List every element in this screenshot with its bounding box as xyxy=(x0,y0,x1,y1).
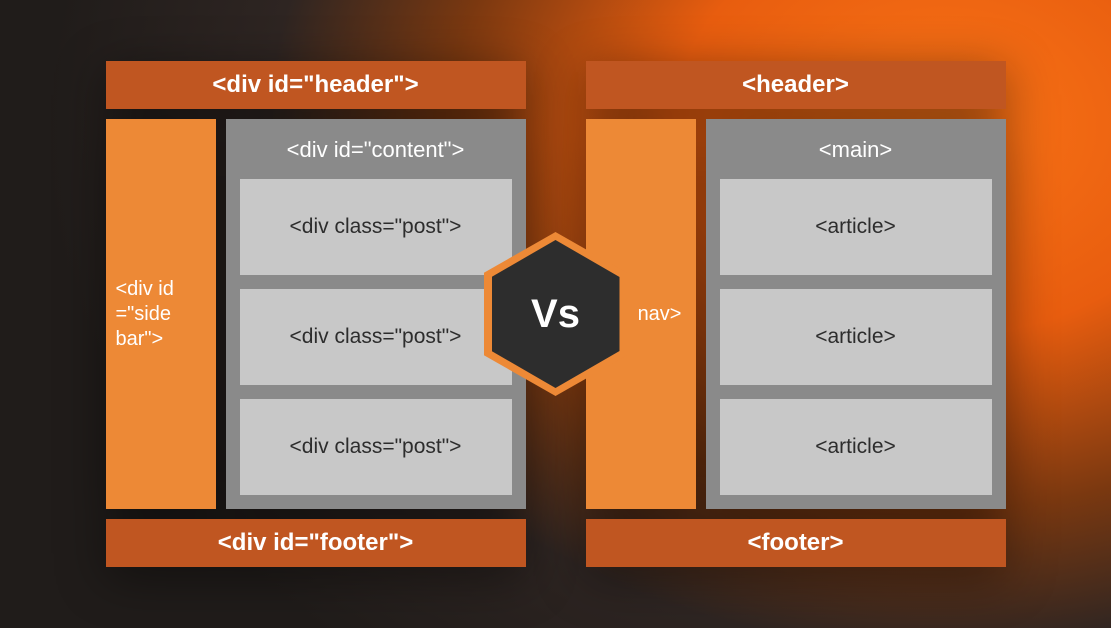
post-box-nonsemantic: <div class="post"> xyxy=(240,179,512,275)
vs-label: Vs xyxy=(531,292,580,337)
sidebar-box-nonsemantic: <div id ="side bar"> xyxy=(106,119,216,509)
main-title-semantic: <main> xyxy=(720,133,992,165)
main-box-semantic: <main> <article> <article> <article> xyxy=(706,119,1006,509)
sidebar-label-nonsemantic: <div id ="side bar"> xyxy=(116,277,206,352)
header-box-nonsemantic: <div id="header"> xyxy=(106,61,526,109)
post-box-nonsemantic: <div class="post"> xyxy=(240,289,512,385)
content-title-nonsemantic: <div id="content"> xyxy=(240,133,512,165)
footer-box-nonsemantic: <div id="footer"> xyxy=(106,519,526,567)
non-semantic-layout-panel: <div id="header"> <div id ="side bar"> <… xyxy=(106,61,526,567)
post-box-nonsemantic: <div class="post"> xyxy=(240,399,512,495)
middle-row-nonsemantic: <div id ="side bar"> <div id="content"> … xyxy=(106,119,526,509)
article-box-semantic: <article> xyxy=(720,289,992,385)
nav-label-semantic: nav> xyxy=(638,302,682,327)
article-box-semantic: <article> xyxy=(720,179,992,275)
content-box-nonsemantic: <div id="content"> <div class="post"> <d… xyxy=(226,119,526,509)
vs-badge: Vs xyxy=(488,236,624,392)
semantic-layout-panel: <header> nav> <main> <article> <article>… xyxy=(586,61,1006,567)
hexagon-icon: Vs xyxy=(492,240,620,388)
header-box-semantic: <header> xyxy=(586,61,1006,109)
middle-row-semantic: nav> <main> <article> <article> <article… xyxy=(586,119,1006,509)
footer-box-semantic: <footer> xyxy=(586,519,1006,567)
article-box-semantic: <article> xyxy=(720,399,992,495)
